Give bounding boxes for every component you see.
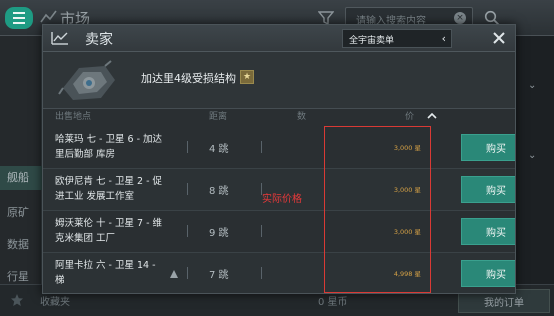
market-sidebar: 舰船 原矿 数据 行星 [0, 36, 42, 316]
sidebar-item-ships[interactable]: 舰船 [0, 166, 42, 190]
jumps: 8 跳 [209, 186, 229, 197]
item-name: 加达里4级受损结构 [141, 72, 236, 85]
sell-location[interactable]: 阿里卡拉 六 - 卫星 14 - 梯 [55, 258, 167, 288]
divider [261, 141, 262, 153]
pin-icon[interactable] [167, 267, 181, 281]
region-dropdown[interactable]: 全宇宙卖单 ‹ [342, 29, 452, 48]
buy-button[interactable]: 购买 [461, 134, 515, 161]
column-jumps[interactable]: 距离 [209, 109, 227, 127]
sell-location[interactable]: 欧伊尼肯 七 - 卫星 2 - 促进工业 发展工作室 [55, 174, 167, 204]
jumps: 7 跳 [209, 270, 229, 281]
divider [261, 225, 262, 237]
divider [187, 141, 188, 153]
modal-title: 卖家 [85, 32, 113, 48]
close-icon[interactable] [490, 29, 508, 47]
item-summary: 加达里4级受损结构 ★ [43, 52, 515, 109]
menu-icon [13, 12, 25, 14]
sort-up-icon[interactable] [427, 111, 437, 121]
menu-button[interactable] [5, 7, 33, 29]
balance-label: 0 星币 [318, 297, 348, 308]
buy-button[interactable]: 购买 [461, 176, 515, 203]
modal-header: 卖家 全宇宙卖单 ‹ [43, 25, 515, 52]
sell-location[interactable]: 哈莱玛 七 - 卫星 6 - 加达里后勤部 库房 [55, 132, 167, 162]
chevron-down-icon[interactable]: ⌄ [528, 150, 536, 161]
order-row: 哈莱玛 七 - 卫星 6 - 加达里后勤部 库房 4 跳 3,000 星 购买 [43, 127, 515, 169]
favorites-label[interactable]: 收藏夹 [40, 293, 70, 308]
chart-icon [51, 32, 68, 45]
star-icon [11, 294, 23, 306]
chevron-down-icon[interactable]: ⌄ [528, 80, 536, 91]
divider [261, 267, 262, 279]
column-location[interactable]: 出售地点 [55, 109, 91, 127]
sidebar-item-ore[interactable]: 原矿 [0, 204, 42, 220]
divider [187, 183, 188, 195]
buy-button[interactable]: 购买 [461, 218, 515, 245]
item-image [58, 60, 115, 100]
chevron-left-icon: ‹ [441, 32, 446, 45]
order-row: 姆沃莱伦 十 - 卫星 7 - 维克米集团 工厂 9 跳 3,000 星 购买 [43, 211, 515, 253]
divider [187, 267, 188, 279]
sell-location[interactable]: 姆沃莱伦 十 - 卫星 7 - 维克米集团 工厂 [55, 216, 167, 246]
buy-button[interactable]: 购买 [461, 260, 515, 287]
seller-modal: 卖家 全宇宙卖单 ‹ 加达里4级受损结构 ★ 出售地点 距离 数 价 哈莱玛 七… [42, 24, 516, 294]
jumps: 9 跳 [209, 228, 229, 239]
order-row: 阿里卡拉 六 - 卫星 14 - 梯 7 跳 4,998 星 购买 [43, 253, 515, 293]
star-icon: ★ [240, 70, 254, 84]
annotation-label: 实际价格 [262, 194, 302, 205]
price-highlight-box [324, 126, 431, 293]
jumps: 4 跳 [209, 144, 229, 155]
divider [187, 225, 188, 237]
column-quantity[interactable]: 数 [297, 109, 306, 127]
sidebar-item-data[interactable]: 数据 [0, 236, 42, 252]
region-value: 全宇宙卖单 [349, 36, 395, 46]
sidebar-item-planet[interactable]: 行星 [0, 268, 42, 284]
chart-icon [40, 10, 57, 23]
column-price[interactable]: 价 [405, 109, 414, 127]
clear-icon[interactable]: × [454, 12, 466, 24]
